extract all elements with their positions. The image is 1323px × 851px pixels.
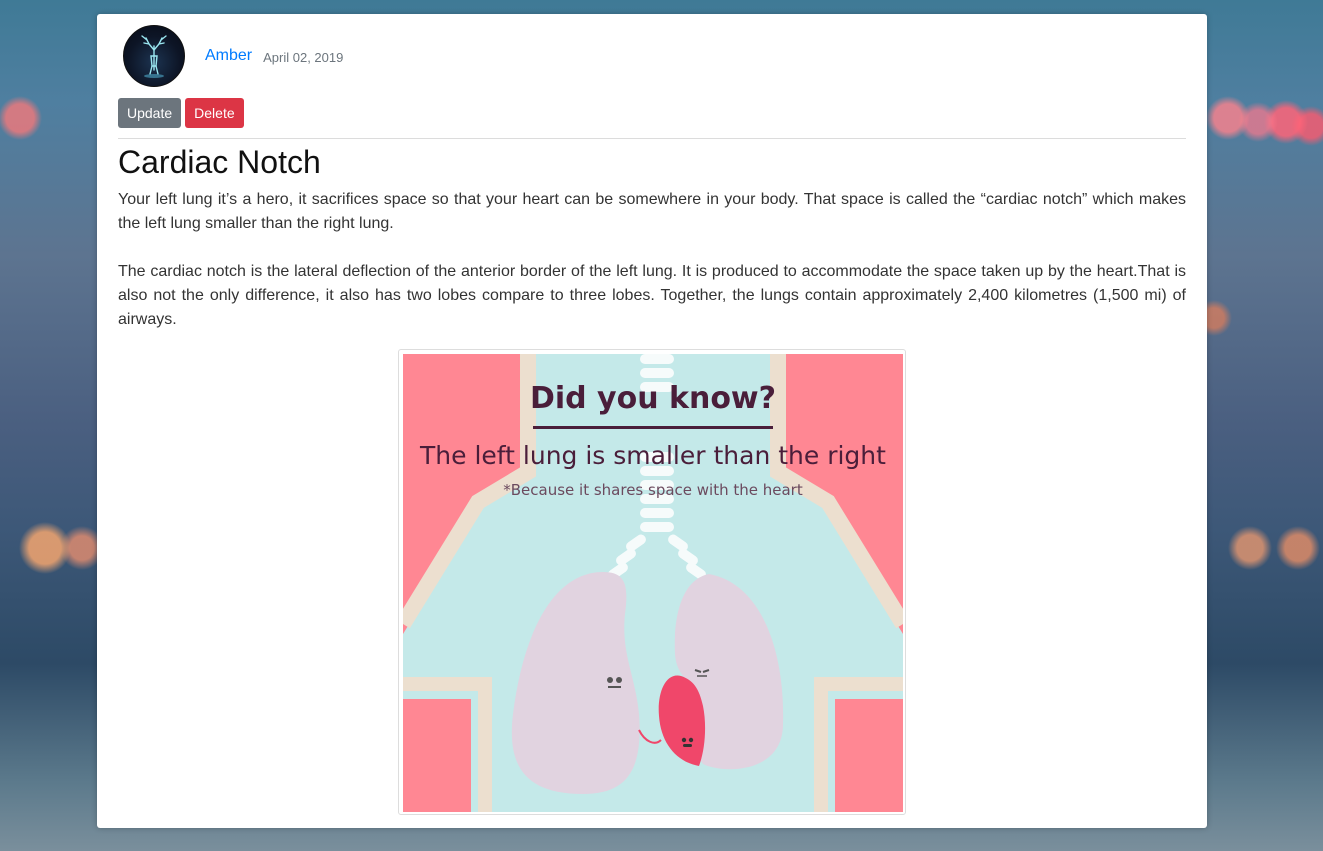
illustration-subheading: The left lung is smaller than the right	[419, 441, 886, 470]
post-card: Amber April 02, 2019 Update Delete Cardi…	[97, 14, 1207, 828]
post-actions: Update Delete	[118, 98, 244, 128]
avatar[interactable]	[123, 25, 185, 87]
lungs-illustration: Did you know? The left lung is smaller t…	[403, 354, 903, 812]
delete-button[interactable]: Delete	[185, 98, 244, 128]
illustration-heading: Did you know?	[530, 381, 776, 416]
divider	[118, 138, 1186, 139]
post-meta: Amber April 02, 2019	[123, 25, 343, 87]
post-paragraph: Your left lung it’s a hero, it sacrifice…	[118, 191, 1186, 232]
post-date: April 02, 2019	[263, 49, 344, 65]
post-image: Did you know? The left lung is smaller t…	[398, 349, 906, 815]
update-button[interactable]: Update	[118, 98, 182, 128]
deer-icon	[141, 35, 167, 78]
post-content: Your left lung it’s a hero, it sacrifice…	[118, 188, 1186, 356]
illustration-underline	[533, 426, 773, 429]
post-paragraph: The cardiac notch is the lateral deflect…	[118, 263, 1186, 328]
illustration-note: *Because it shares space with the heart	[503, 481, 803, 499]
post-title: Cardiac Notch	[118, 144, 321, 180]
author-link[interactable]: Amber	[205, 47, 252, 65]
